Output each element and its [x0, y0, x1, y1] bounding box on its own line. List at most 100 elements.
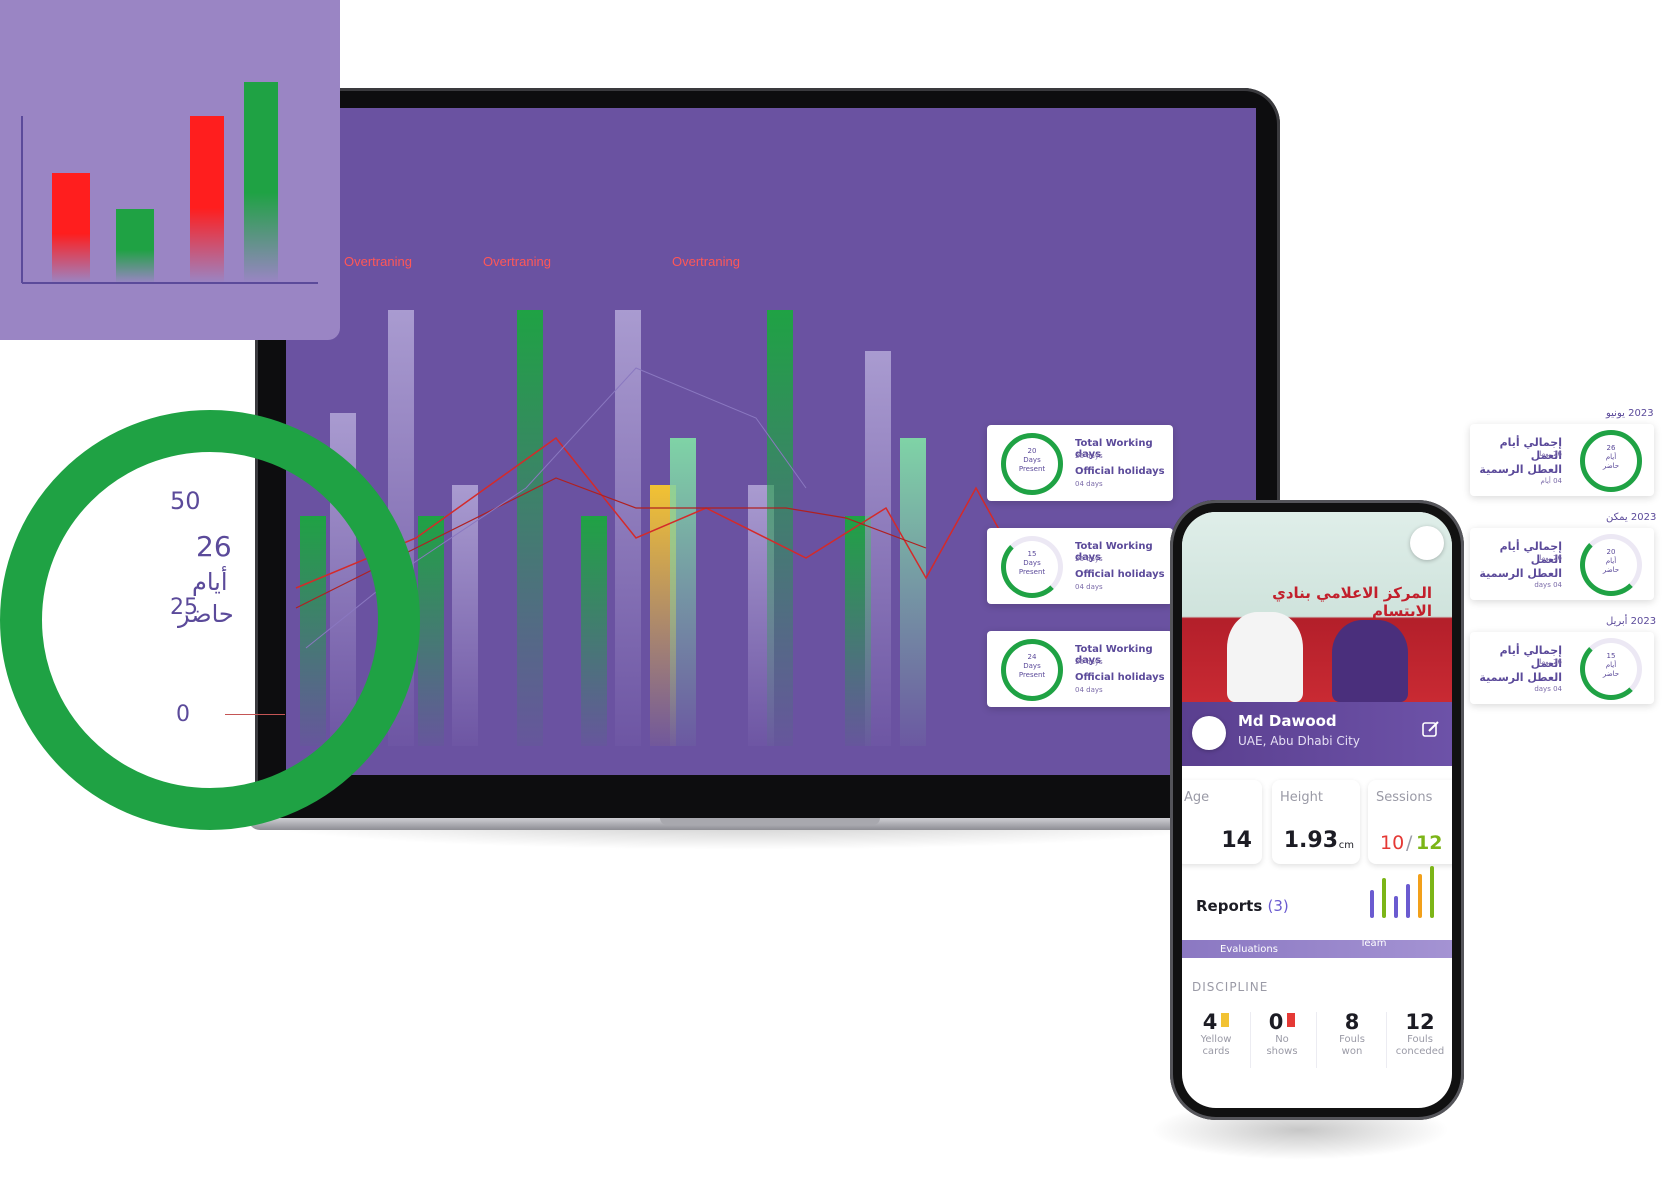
reports-count: (3) — [1267, 897, 1289, 915]
reports-bar — [1418, 874, 1422, 918]
working-days-value: 26 يوما — [1539, 554, 1562, 562]
days-label: Days — [1023, 559, 1041, 567]
ring-tick-bottom: 0 — [176, 702, 190, 727]
days-label: أيام — [1605, 557, 1617, 565]
attendance-card[interactable]: 15 Days Present Total Working days 26 da… — [987, 528, 1173, 604]
phone-screen: المركز الاعلامي بنادي الابتسام Md Dawood… — [1182, 512, 1452, 1108]
reports-bar — [1370, 890, 1374, 918]
chart-bar — [670, 438, 696, 746]
overtraining-label: Overtraning — [672, 254, 740, 269]
stat-label: Age — [1184, 790, 1210, 805]
sessions-separator: / — [1406, 832, 1413, 854]
stat-unit: cm — [1338, 840, 1354, 851]
stat-value: 1.93 — [1283, 828, 1338, 853]
tab-team[interactable]: Team — [1360, 938, 1386, 949]
chart-bar — [865, 351, 891, 746]
stat-value: 14 — [1221, 828, 1252, 853]
holidays-label: العطل الرسمية — [1479, 567, 1562, 580]
discipline-label-line2: conceded — [1395, 1046, 1445, 1057]
tab-evaluations[interactable]: Evaluations — [1220, 944, 1278, 955]
ring-value: 26 — [196, 530, 232, 563]
mini-bar — [52, 173, 90, 283]
profile-location: UAE, Abu Dhabi City — [1238, 734, 1360, 748]
ring-tick-top: 50 — [170, 487, 201, 515]
arabic-attendance-card[interactable]: 26 أيام حاضر إجمالي أيام العمل 26 يوما ا… — [1470, 424, 1654, 496]
working-days-value: 26 days — [1075, 452, 1103, 460]
ring-axis-line — [225, 714, 285, 715]
edit-icon[interactable] — [1422, 720, 1440, 738]
reports-mini-chart — [1370, 866, 1434, 918]
discipline-value: 8 — [1344, 1010, 1360, 1034]
days-present-value: 20 — [1027, 447, 1037, 455]
profile-name: Md Dawood — [1238, 712, 1337, 730]
holidays-value: 04 days — [1534, 581, 1562, 589]
profile-cover-photo: المركز الاعلامي بنادي الابتسام — [1182, 512, 1452, 702]
days-present-value: 15 — [1027, 550, 1037, 558]
holidays-value: 04 days — [1534, 685, 1562, 693]
attendance-card[interactable]: 20 Days Present Total Working days 26 da… — [987, 425, 1173, 501]
days-present-value: 20 — [1606, 548, 1616, 556]
present-label: حاضر — [1602, 670, 1620, 678]
working-days-value: 26 days — [1075, 658, 1103, 666]
stat-label: Height — [1280, 790, 1323, 805]
days-present-value: 15 — [1606, 652, 1616, 660]
holidays-value: 04 days — [1075, 686, 1103, 694]
days-label: أيام — [1605, 661, 1617, 669]
chart-bar — [418, 516, 444, 746]
working-days-value: 26 days — [1075, 555, 1103, 563]
discipline-label-line1: Fouls — [1407, 1034, 1433, 1045]
laptop-notch — [660, 818, 880, 825]
arabic-attendance-card[interactable]: 15 أيام حاضر إجمالي أيام العمل 26 يوما ا… — [1470, 632, 1654, 704]
mini-bar — [244, 82, 278, 283]
stat-card-age: Age 14 — [1182, 780, 1262, 864]
sessions-total: 12 — [1416, 832, 1443, 854]
discipline-label-line2: shows — [1266, 1046, 1298, 1057]
stat-card-sessions: Sessions 10 / 12 — [1368, 780, 1452, 864]
red-card-icon — [1287, 1013, 1296, 1027]
working-days-value: 26 يوما — [1539, 658, 1562, 666]
reports-bar — [1430, 866, 1434, 918]
discipline-label-line1: Yellow — [1200, 1034, 1232, 1045]
stat-label: Sessions — [1376, 790, 1433, 805]
chart-bar — [581, 516, 607, 746]
ring-unit-days: أيام — [192, 568, 228, 596]
club-logo-badge — [1410, 526, 1444, 560]
working-days-label: إجمالي أيام العمل — [1499, 644, 1562, 670]
holidays-label: Official holidays — [1075, 569, 1165, 580]
days-label: Days — [1023, 662, 1041, 670]
present-label: Present — [1018, 671, 1046, 679]
reports-link[interactable]: Reports (3) — [1196, 897, 1289, 915]
present-label: Present — [1018, 465, 1046, 473]
profile-avatar — [1192, 716, 1226, 750]
chart-bar — [900, 438, 926, 746]
discipline-title: DISCIPLINE — [1192, 980, 1269, 994]
discipline-value: 4 — [1202, 1010, 1218, 1034]
overtraining-label: Overtraning — [483, 254, 551, 269]
mini-bar-chart-card — [0, 0, 340, 340]
mini-bar-chart — [21, 82, 318, 284]
report-tabs: Evaluations Team — [1182, 938, 1452, 958]
holidays-label: Official holidays — [1075, 466, 1165, 477]
arabic-attendance-card[interactable]: 20 أيام حاضر إجمالي أيام العمل 26 يوما ا… — [1470, 528, 1654, 600]
holidays-value: 04 أيام — [1540, 477, 1562, 485]
mini-bar — [116, 209, 154, 283]
cover-banner-text: المركز الاعلامي بنادي الابتسام — [1272, 584, 1432, 620]
days-present-value: 26 — [1606, 444, 1616, 452]
discipline-value: 12 — [1405, 1010, 1435, 1034]
attendance-card[interactable]: 24 Days Present Total Working days 26 da… — [987, 631, 1173, 707]
person-right-figure — [1332, 620, 1408, 702]
divider — [1386, 1012, 1387, 1068]
chart-bar — [517, 310, 543, 746]
holidays-value: 04 days — [1075, 480, 1103, 488]
reports-title: Reports — [1196, 897, 1263, 915]
holidays-label: العطل الرسمية — [1479, 463, 1562, 476]
mini-bar — [190, 116, 224, 283]
working-days-label: إجمالي أيام العمل — [1499, 540, 1562, 566]
holidays-label: العطل الرسمية — [1479, 671, 1562, 684]
discipline-no-shows: 0 No shows — [1250, 1010, 1314, 1058]
present-label: حاضر — [1602, 566, 1620, 574]
profile-header: Md Dawood UAE, Abu Dhabi City — [1182, 702, 1452, 766]
holidays-label: Official holidays — [1075, 672, 1165, 683]
month-label: 2023 يمكن — [1606, 512, 1657, 523]
holidays-value: 04 days — [1075, 583, 1103, 591]
